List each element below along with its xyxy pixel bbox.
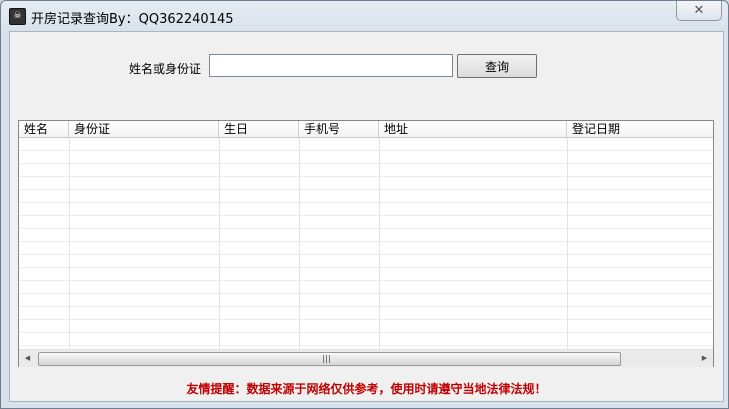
column-header-phone[interactable]: 手机号	[299, 121, 379, 137]
column-header-birthday[interactable]: 生日	[219, 121, 299, 137]
disclaimer-notice: 友情提醒：数据来源于网络仅供参考，使用时请遵守当地法律法规！	[186, 382, 547, 396]
scroll-left-icon[interactable]: ◀	[19, 350, 36, 367]
column-header-address[interactable]: 地址	[379, 121, 567, 137]
results-table[interactable]: 姓名 身份证 生日 手机号 地址 登记日期 ◀ ▶	[18, 120, 714, 367]
client-area: 姓名或身份证 查询 姓名 身份证 生日 手机号 地址 登记日期 ◀ ▶ 友情提醒…	[9, 31, 724, 402]
column-divider	[379, 138, 380, 349]
scrollbar-thumb[interactable]	[38, 352, 621, 366]
table-body[interactable]	[19, 138, 713, 349]
column-divider	[299, 138, 300, 349]
app-window: ☠ 开房记录查询By：QQ362240145 ✕ 姓名或身份证 查询 姓名 身份…	[0, 0, 729, 409]
column-header-registration-date[interactable]: 登记日期	[567, 121, 713, 137]
horizontal-scrollbar[interactable]: ◀ ▶	[19, 349, 713, 367]
window-title: 开房记录查询By：QQ362240145	[31, 12, 234, 27]
scroll-right-icon[interactable]: ▶	[696, 350, 713, 367]
grip-icon	[323, 355, 331, 363]
query-button[interactable]: 查询	[457, 54, 537, 78]
column-header-id-card[interactable]: 身份证	[69, 121, 219, 137]
column-header-name[interactable]: 姓名	[19, 121, 69, 137]
close-button[interactable]: ✕	[676, 1, 722, 21]
close-icon: ✕	[693, 3, 705, 18]
column-divider	[567, 138, 568, 349]
search-label: 姓名或身份证	[129, 62, 202, 76]
search-input[interactable]	[209, 54, 453, 77]
column-divider	[69, 138, 70, 349]
skull-icon: ☠	[9, 8, 26, 25]
title-bar[interactable]: ☠ 开房记录查询By：QQ362240145 ✕	[1, 1, 728, 31]
column-divider	[219, 138, 220, 349]
table-header: 姓名 身份证 生日 手机号 地址 登记日期	[19, 121, 713, 138]
